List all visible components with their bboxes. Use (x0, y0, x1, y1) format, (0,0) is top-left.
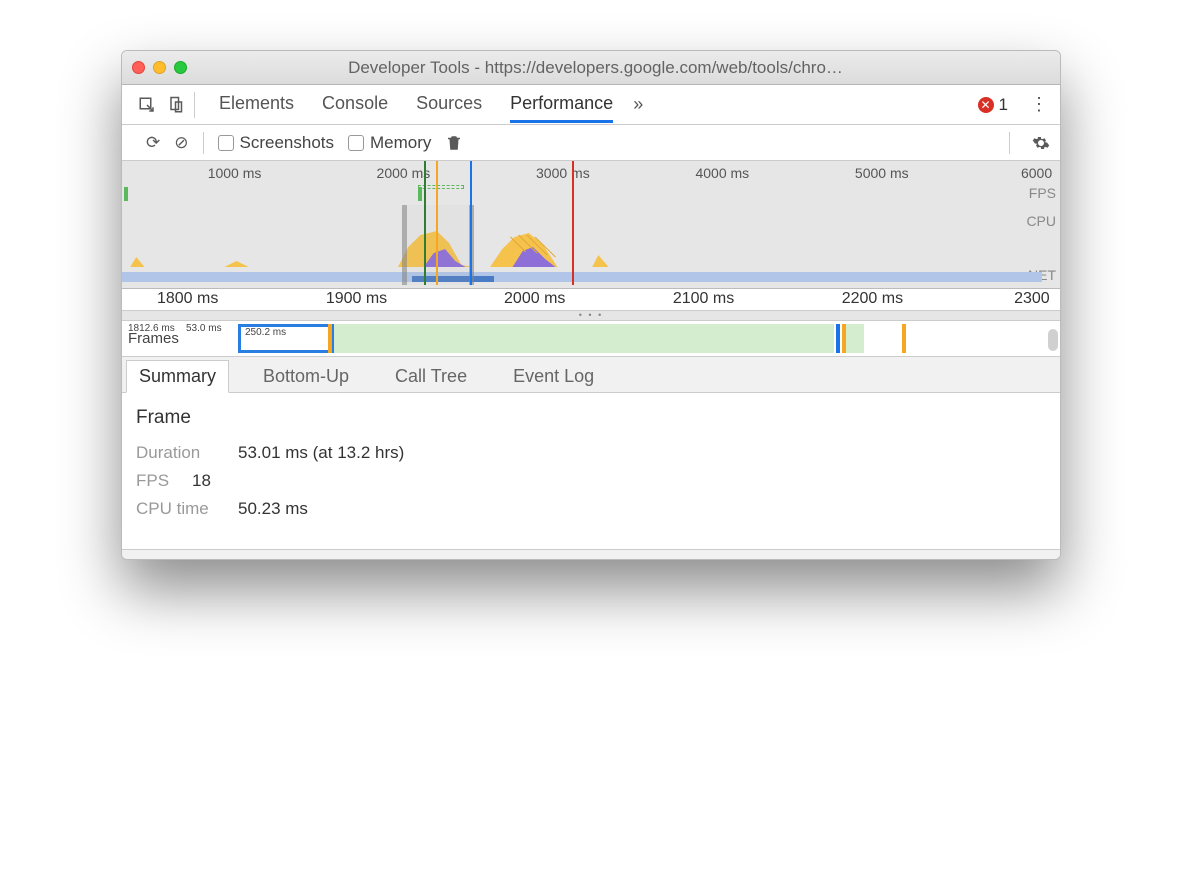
frame-marker (902, 324, 906, 353)
detail-key: FPS (136, 471, 180, 491)
ruler-tick: 1000 ms (208, 165, 262, 181)
inspect-element-icon[interactable] (138, 96, 156, 114)
device-toolbar-icon[interactable] (168, 96, 186, 114)
screenshots-label: Screenshots (240, 133, 335, 153)
ruler-tick: 4000 ms (695, 165, 749, 181)
capture-settings-button[interactable] (1032, 134, 1050, 152)
tab-call-tree[interactable]: Call Tree (383, 361, 479, 392)
ruler-tick: 2100 ms (673, 290, 734, 308)
devtools-window: Developer Tools - https://developers.goo… (121, 50, 1061, 560)
divider (203, 132, 204, 154)
scrubber-red (572, 161, 574, 285)
scrubber-orange (436, 161, 438, 285)
overview-ruler: 1000 ms 2000 ms 3000 ms 4000 ms 5000 ms … (122, 161, 1060, 185)
overview-tracks: FPS CPU NET (122, 185, 1060, 285)
fps-bar (124, 187, 128, 201)
performance-toolbar: ⟳ ⊘ Screenshots Memory (122, 125, 1060, 161)
net-bar (122, 272, 1042, 282)
error-icon: ✕ (978, 97, 994, 113)
ruler-tick: 5000 ms (855, 165, 909, 181)
detail-value: 53.01 ms (at 13.2 hrs) (238, 443, 404, 463)
fps-track-label: FPS (1029, 185, 1056, 201)
resize-handle[interactable]: • • • (122, 311, 1060, 321)
ruler-tick: 1900 ms (326, 290, 387, 308)
overview-selection[interactable] (402, 205, 474, 285)
detail-title: Frame (136, 407, 1046, 429)
divider (1009, 132, 1010, 154)
detail-row-duration: Duration 53.01 ms (at 13.2 hrs) (136, 443, 1046, 463)
frame-time: 250.2 ms (245, 327, 286, 338)
devtools-tabstrip: Elements Console Sources Performance » ✕… (122, 85, 1060, 125)
window-title: Developer Tools - https://developers.goo… (141, 58, 1050, 78)
scrubber-green (424, 161, 426, 285)
frame-time: 53.0 ms (186, 323, 222, 334)
memory-label: Memory (370, 133, 431, 153)
ruler-tick: 6000 (1021, 165, 1052, 181)
frame-block[interactable] (846, 324, 864, 353)
fps-bar (418, 187, 422, 201)
frame-marker (836, 324, 840, 353)
title-bar: Developer Tools - https://developers.goo… (122, 51, 1060, 85)
checkbox-icon (348, 135, 364, 151)
inspect-icons-group (130, 92, 195, 118)
frame-block[interactable] (334, 324, 834, 353)
ruler-tick: 2000 ms (504, 290, 565, 308)
ruler-tick: 3000 ms (536, 165, 590, 181)
detail-key: CPU time (136, 499, 226, 519)
reload-record-button[interactable]: ⟳ (146, 133, 160, 153)
ruler-tick: 1800 ms (157, 290, 218, 308)
devtools-menu-button[interactable]: ⋮ (1026, 94, 1052, 115)
frame-selected[interactable]: 250.2 ms (238, 324, 334, 353)
detail-value: 50.23 ms (238, 499, 308, 519)
frames-track[interactable]: 1812.6 ms 53.0 ms 250.2 ms (206, 321, 1060, 356)
screenshots-checkbox[interactable]: Screenshots (218, 133, 335, 153)
memory-checkbox[interactable]: Memory (348, 133, 431, 153)
scrubber-blue (470, 161, 472, 285)
tab-console[interactable]: Console (322, 87, 388, 123)
footer-strip (122, 549, 1060, 559)
tab-performance[interactable]: Performance (510, 87, 613, 123)
frame-time: 1812.6 ms (128, 323, 175, 334)
clear-button[interactable]: ⊘ (174, 133, 188, 153)
tab-summary[interactable]: Summary (126, 360, 229, 393)
tab-event-log[interactable]: Event Log (501, 361, 606, 392)
cpu-chart (122, 225, 1042, 267)
collect-garbage-button[interactable] (445, 134, 463, 152)
checkbox-icon (218, 135, 234, 151)
frames-row: Frames 1812.6 ms 53.0 ms 250.2 ms (122, 321, 1060, 357)
more-tabs-button[interactable]: » (633, 94, 643, 115)
devtools-tabs: Elements Console Sources Performance (219, 87, 613, 123)
errors-count: 1 (999, 95, 1008, 115)
scrollbar-thumb[interactable] (1048, 329, 1058, 351)
details-tabs: Summary Bottom-Up Call Tree Event Log (122, 357, 1060, 393)
timeline-overview[interactable]: 1000 ms 2000 ms 3000 ms 4000 ms 5000 ms … (122, 161, 1060, 289)
detail-row-fps: FPS 18 (136, 471, 1046, 491)
ruler-tick: 2300 (1014, 290, 1050, 308)
tab-bottom-up[interactable]: Bottom-Up (251, 361, 361, 392)
ruler-tick: 2200 ms (842, 290, 903, 308)
tab-sources[interactable]: Sources (416, 87, 482, 123)
detail-row-cpu: CPU time 50.23 ms (136, 499, 1046, 519)
frame-marker (328, 324, 332, 353)
flamechart-ruler[interactable]: 1800 ms 1900 ms 2000 ms 2100 ms 2200 ms … (122, 289, 1060, 311)
detail-key: Duration (136, 443, 226, 463)
tab-elements[interactable]: Elements (219, 87, 294, 123)
summary-panel: Frame Duration 53.01 ms (at 13.2 hrs) FP… (122, 393, 1060, 549)
detail-value: 18 (192, 471, 211, 491)
ruler-tick: 2000 ms (377, 165, 431, 181)
errors-indicator[interactable]: ✕ 1 (978, 95, 1008, 115)
